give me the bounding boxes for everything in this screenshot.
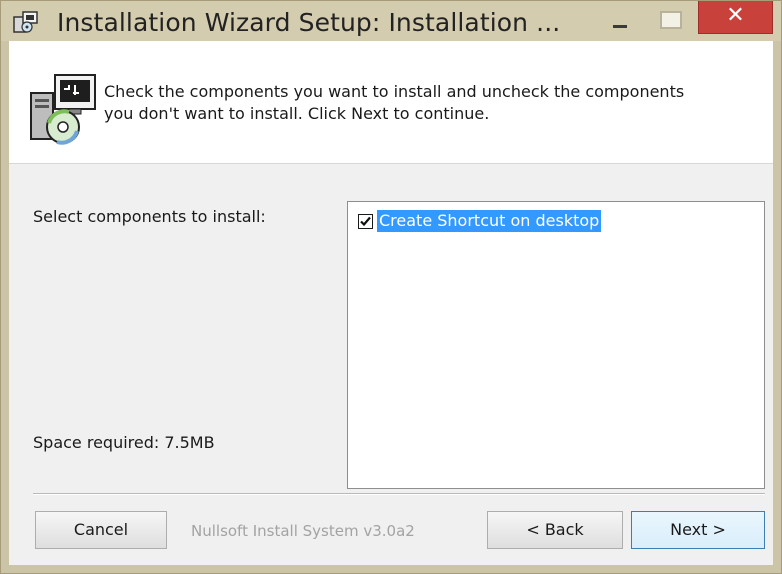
wizard-header: Check the components you want to install… (9, 41, 773, 164)
select-components-label: Select components to install: (33, 207, 266, 226)
footer-separator (33, 493, 765, 495)
installer-app-icon (13, 11, 38, 33)
nsis-branding-text: Nullsoft Install System v3.0a2 (191, 522, 415, 540)
back-button[interactable]: < Back (487, 511, 623, 549)
wizard-description: Check the components you want to install… (104, 81, 764, 125)
wizard-client-area: Check the components you want to install… (9, 41, 773, 565)
components-list[interactable]: Create Shortcut on desktop (347, 201, 765, 489)
close-icon: ✕ (726, 3, 745, 28)
installer-window: Installation Wizard Setup: Installation … (0, 0, 782, 574)
space-required-label: Space required: 7.5MB (33, 433, 215, 452)
description-line-2: you don't want to install. Click Next to… (104, 104, 490, 123)
description-line-1: Check the components you want to install… (104, 82, 685, 101)
list-item[interactable]: Create Shortcut on desktop (358, 210, 602, 232)
close-button[interactable]: ✕ (698, 1, 773, 34)
create-shortcut-label[interactable]: Create Shortcut on desktop (377, 210, 602, 232)
checkmark-icon (360, 216, 371, 226)
installer-computer-disc-icon (30, 74, 96, 145)
window-title: Installation Wizard Setup: Installation … (57, 8, 561, 37)
minimize-button[interactable] (601, 5, 639, 37)
title-bar[interactable]: Installation Wizard Setup: Installation … (1, 1, 781, 41)
create-shortcut-checkbox[interactable] (358, 213, 373, 229)
maximize-button[interactable] (651, 5, 689, 37)
cancel-button[interactable]: Cancel (35, 511, 167, 549)
next-button[interactable]: Next > (631, 511, 765, 549)
